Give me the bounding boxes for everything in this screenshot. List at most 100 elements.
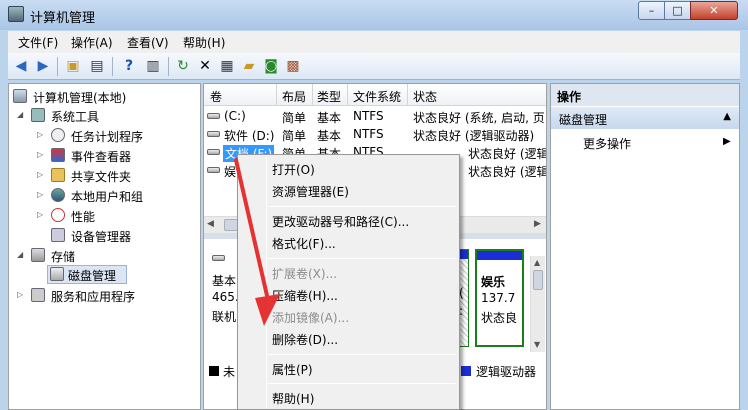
services-icon: [31, 288, 45, 302]
tree-item-performance[interactable]: ▷ 性能: [11, 206, 197, 224]
col-filesystem[interactable]: 文件系统: [353, 88, 401, 105]
more-actions[interactable]: 更多操作: [583, 135, 631, 152]
legend-logical-label: 逻辑驱动器: [476, 365, 537, 379]
menu-item-delete-volume[interactable]: 删除卷(D)...: [272, 331, 338, 348]
properties-icon[interactable]: ▦: [218, 57, 236, 75]
forward-arrow-icon[interactable]: ▶: [34, 57, 52, 75]
partition-entertainment[interactable]: 娱乐 137.7 状态良: [475, 249, 524, 347]
action-pane-icon[interactable]: ▥: [144, 57, 162, 75]
column-divider[interactable]: [347, 84, 348, 106]
cell-status: 状态良好 (逻辑驱动器): [413, 129, 535, 143]
tree-item-local-users[interactable]: ▷ 本地用户和组: [11, 186, 197, 204]
menu-view[interactable]: 查看(V): [127, 34, 169, 51]
col-type[interactable]: 类型: [317, 88, 341, 105]
shared-folder-icon: [51, 168, 65, 182]
disk-status-label: 联机: [212, 310, 237, 324]
tree-item-event-viewer[interactable]: ▷ 事件查看器: [11, 146, 197, 164]
cell-status: 状态良好 (逻辑驱动器): [468, 147, 547, 161]
tree-label: 服务和应用程序: [51, 290, 136, 304]
col-volume[interactable]: 卷: [210, 88, 222, 105]
tree-label: 系统工具: [51, 110, 100, 124]
collapse-triangle-icon[interactable]: ◢: [17, 110, 23, 119]
menu-item-help[interactable]: 帮助(H): [272, 390, 314, 407]
chevron-right-icon[interactable]: ▶: [723, 136, 731, 147]
expand-triangle-icon[interactable]: ▷: [37, 210, 43, 219]
actions-section-disk-management[interactable]: 磁盘管理 ▲: [551, 107, 739, 129]
menu-item-explorer[interactable]: 资源管理器(E): [272, 183, 349, 200]
navigation-tree: 计算机管理(本地) ◢ 系统工具 ▷ 任务计划程序 ▷ 事件查看器 ▷ 共享文件…: [8, 83, 201, 410]
actions-pane: 操作 磁盘管理 ▲ 更多操作 ▶: [550, 83, 740, 410]
table-row[interactable]: (C:) 简单 基本 NTFS 状态良好 (系统, 启动, 页: [204, 107, 546, 126]
table-row[interactable]: 软件 (D:) 简单 基本 NTFS 状态良好 (逻辑驱动器): [204, 125, 546, 144]
toolbar: ◀ ▶ ▣ ▤ ? ▥ ↻ ✕ ▦ ▰ ◙ ▩: [8, 53, 740, 80]
close-button[interactable]: ✕: [690, 1, 738, 20]
tree-item-system-tools[interactable]: ◢ 系统工具: [11, 106, 197, 124]
tree-item-storage[interactable]: ◢ 存储: [11, 246, 197, 264]
partition-status: 状态良: [481, 311, 518, 325]
toolbar-separator: [57, 57, 58, 76]
help-icon[interactable]: ?: [120, 57, 138, 75]
disk-type-label: 基本: [212, 274, 237, 288]
refresh-icon[interactable]: ↻: [174, 57, 192, 75]
tree-item-device-manager[interactable]: 设备管理器: [11, 226, 197, 244]
drive-icon: [207, 149, 220, 155]
search-disk-icon[interactable]: ◙: [262, 57, 280, 75]
tree-label: 共享文件夹: [71, 170, 132, 184]
expand-triangle-icon[interactable]: ▷: [37, 150, 43, 159]
tree-item-disk-management[interactable]: 磁盘管理: [47, 265, 127, 284]
menu-item-open[interactable]: 打开(O): [272, 161, 315, 178]
cell-layout: 简单: [282, 129, 307, 143]
tree-label: 性能: [71, 210, 96, 224]
scroll-left-icon[interactable]: ◀: [207, 219, 214, 229]
scroll-thumb[interactable]: [533, 270, 543, 290]
collapse-up-icon[interactable]: ▲: [723, 111, 731, 122]
expand-triangle-icon[interactable]: ▷: [37, 190, 43, 199]
cell-fs: NTFS: [353, 127, 384, 141]
menu-action[interactable]: 操作(A): [71, 34, 113, 51]
cell-layout: 简单: [282, 111, 307, 125]
menu-file[interactable]: 文件(F): [18, 34, 58, 51]
maximize-button[interactable]: □: [664, 1, 691, 20]
tree-item-task-scheduler[interactable]: ▷ 任务计划程序: [11, 126, 197, 144]
actions-section-label: 磁盘管理: [559, 113, 608, 127]
col-status[interactable]: 状态: [413, 88, 437, 105]
back-arrow-icon[interactable]: ◀: [12, 57, 30, 75]
partition-size: 137.7: [481, 291, 516, 305]
delete-icon[interactable]: ✕: [196, 57, 214, 75]
open-folder-icon[interactable]: ▰: [240, 57, 258, 75]
column-divider[interactable]: [312, 84, 313, 106]
legend-unallocated-swatch: [209, 366, 219, 376]
column-divider[interactable]: [276, 84, 277, 106]
cell-volume: 软件 (D:): [224, 129, 275, 143]
menu-separator: [268, 258, 456, 259]
up-folder-icon[interactable]: ▣: [64, 57, 82, 75]
cell-type: 基本: [317, 111, 342, 125]
menu-item-shrink-volume[interactable]: 压缩卷(H)...: [272, 287, 338, 304]
menu-item-properties[interactable]: 属性(P): [272, 361, 313, 378]
scroll-right-icon[interactable]: ▶: [534, 219, 541, 229]
expand-triangle-icon[interactable]: ▷: [37, 170, 43, 179]
settings-icon[interactable]: ▩: [284, 57, 302, 75]
menu-help[interactable]: 帮助(H): [183, 34, 225, 51]
collapse-triangle-icon[interactable]: ◢: [17, 250, 23, 259]
vertical-scrollbar[interactable]: ▲ ▼: [530, 256, 545, 352]
tree-item-services[interactable]: ▷ 服务和应用程序: [11, 286, 197, 304]
expand-triangle-icon[interactable]: ▷: [37, 130, 43, 139]
menu-item-change-drive-letter[interactable]: 更改驱动器号和路径(C)...: [272, 213, 409, 230]
column-divider[interactable]: [407, 84, 408, 106]
minimize-button[interactable]: –: [638, 1, 665, 20]
scroll-down-icon[interactable]: ▼: [534, 340, 540, 349]
scroll-up-icon[interactable]: ▲: [534, 258, 540, 267]
tree-item-root[interactable]: 计算机管理(本地): [11, 87, 197, 105]
show-tree-icon[interactable]: ▤: [88, 57, 106, 75]
computer-management-icon: [8, 6, 24, 22]
menu-item-extend-volume: 扩展卷(X)...: [272, 267, 338, 281]
title-bar[interactable]: 计算机管理 – □ ✕: [0, 0, 748, 30]
clock-icon: [51, 128, 65, 142]
tree-item-shared-folders[interactable]: ▷ 共享文件夹: [11, 166, 197, 184]
col-layout[interactable]: 布局: [282, 88, 306, 105]
expand-triangle-icon[interactable]: ▷: [17, 290, 23, 299]
menu-item-format[interactable]: 格式化(F)...: [272, 235, 336, 252]
toolbar-separator: [112, 57, 113, 76]
cell-volume: (C:): [224, 109, 246, 123]
